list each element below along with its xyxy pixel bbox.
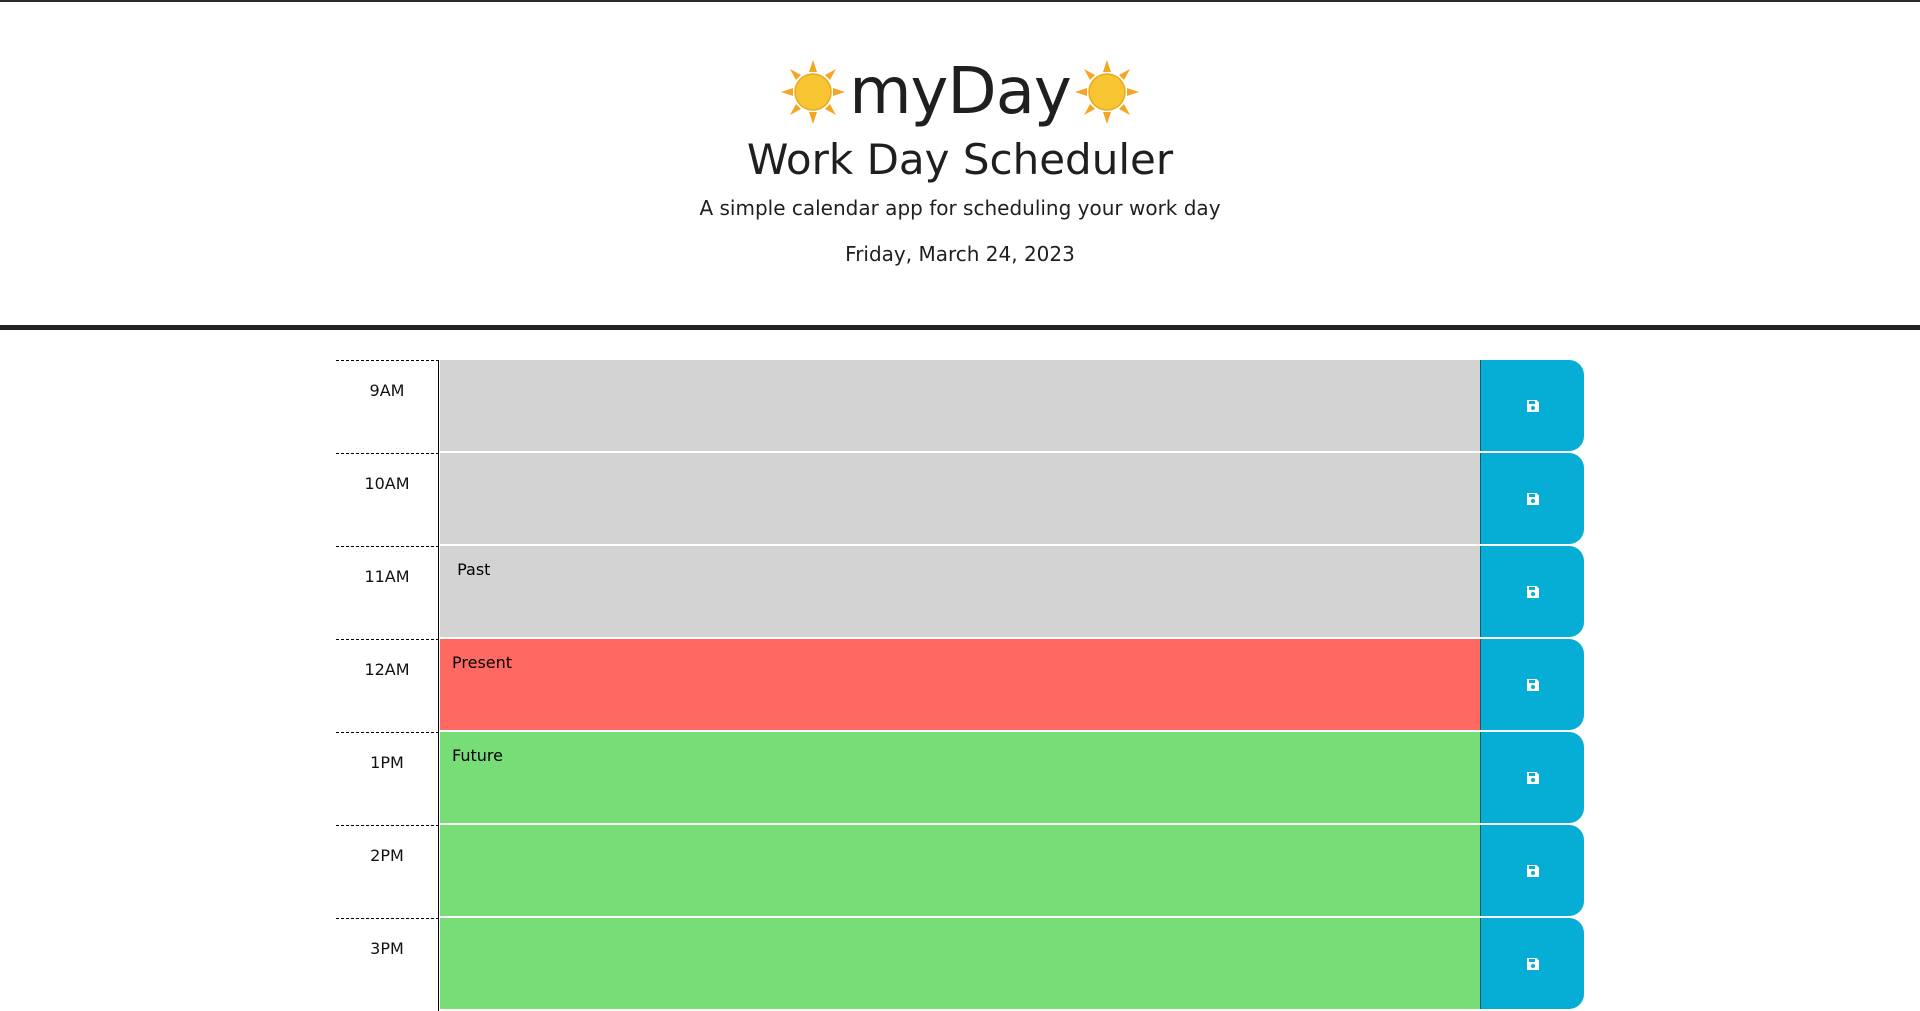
page-subtitle: A simple calendar app for scheduling you… — [699, 196, 1221, 220]
time-block-row: 1PM Future — [336, 732, 1584, 825]
time-block-row: 2PM — [336, 825, 1584, 918]
hour-label: 12AM — [336, 639, 439, 732]
event-description-input[interactable] — [440, 453, 1480, 545]
time-block-row: 11AM Past — [336, 546, 1584, 639]
event-description-input[interactable] — [440, 825, 1480, 917]
event-description-input[interactable]: Present — [440, 639, 1480, 731]
hour-label: 10AM — [336, 453, 439, 546]
time-block-row: 3PM — [336, 918, 1584, 1011]
event-description-input[interactable] — [440, 918, 1480, 1010]
time-block-row: 12AM Present — [336, 639, 1584, 732]
save-button[interactable] — [1480, 453, 1584, 544]
current-date: Friday, March 24, 2023 — [845, 242, 1075, 266]
brand-title: myDay — [849, 55, 1072, 129]
event-description-input[interactable]: Past — [440, 546, 1480, 638]
sun-icon — [781, 60, 846, 124]
save-button[interactable] — [1480, 918, 1584, 1009]
brand: myDay — [0, 52, 1920, 132]
floppy-disk-icon — [1526, 957, 1539, 970]
save-button[interactable] — [1480, 732, 1584, 823]
time-block-row: 10AM — [336, 453, 1584, 546]
page-title: Work Day Scheduler — [746, 135, 1174, 184]
save-button[interactable] — [1480, 825, 1584, 916]
save-button[interactable] — [1480, 546, 1584, 637]
floppy-disk-icon — [1526, 399, 1539, 412]
save-button[interactable] — [1480, 639, 1584, 730]
floppy-disk-icon — [1526, 771, 1539, 784]
floppy-disk-icon — [1526, 492, 1539, 505]
floppy-disk-icon — [1526, 864, 1539, 877]
hour-label: 1PM — [336, 732, 439, 825]
event-description-input[interactable]: Future — [440, 732, 1480, 824]
sun-icon — [1074, 60, 1139, 124]
time-block-row: 9AM — [336, 360, 1584, 453]
floppy-disk-icon — [1526, 678, 1539, 691]
save-button[interactable] — [1480, 360, 1584, 451]
hour-label: 11AM — [336, 546, 439, 639]
page-header: myDay Work Day Scheduler A simple calend… — [0, 2, 1920, 330]
hour-label: 9AM — [336, 360, 439, 453]
event-description-input[interactable] — [440, 360, 1480, 452]
hour-label: 3PM — [336, 918, 439, 1011]
floppy-disk-icon — [1526, 585, 1539, 598]
schedule-container: 9AM 10AM 11AM Past 12AM Present 1PM Future 2PM 3… — [336, 360, 1584, 1011]
hour-label: 2PM — [336, 825, 439, 918]
